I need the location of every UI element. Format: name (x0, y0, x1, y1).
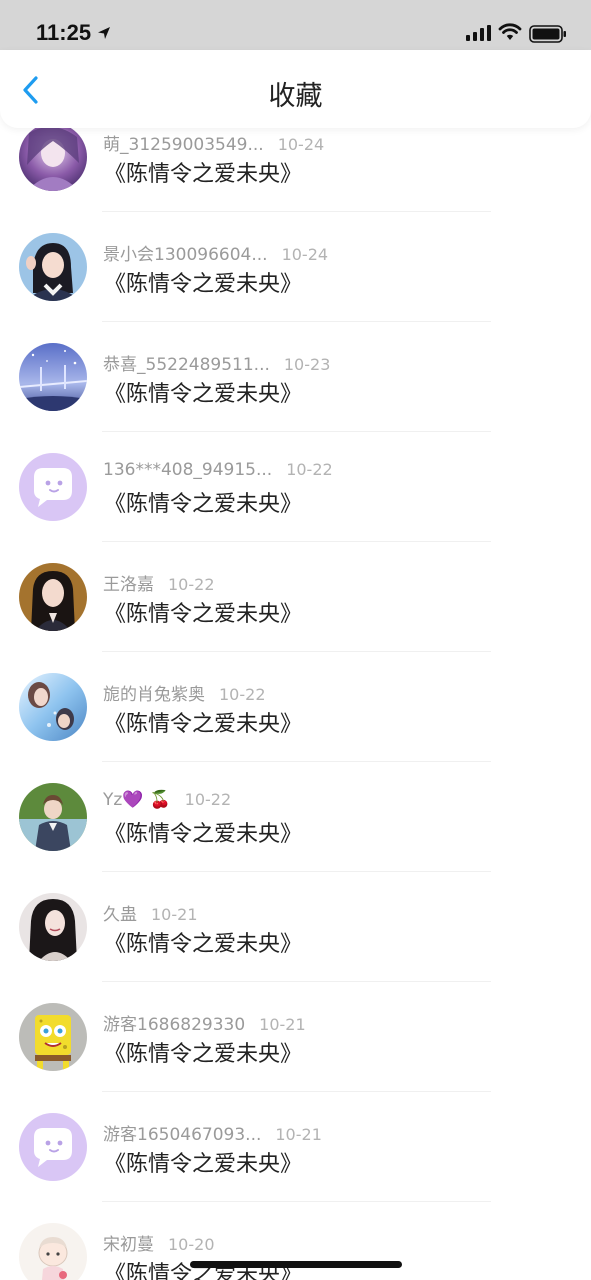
user-name: 136***408_94915... (103, 460, 273, 480)
battery-icon (529, 25, 566, 43)
user-name: 旎的肖兔紫奥 (103, 685, 205, 705)
user-name-line: 136***408_94915... 10-22 (103, 460, 333, 484)
page-title: 收藏 (268, 81, 323, 112)
wifi-icon (498, 23, 522, 40)
favorites-screen: 11:25 收藏 萌_31259003549... 10-24 《陈情令之爱未央… (0, 0, 591, 1280)
user-name: 游客1650467093... (103, 1125, 262, 1145)
user-name: 王洛嘉 (103, 575, 154, 595)
default-chat-avatar-icon (19, 453, 87, 521)
favorite-date: 10-23 (283, 355, 331, 374)
favorite-date: 10-22 (184, 790, 232, 809)
user-name-line: 游客1650467093... 10-21 (103, 1120, 322, 1145)
user-name: Yz (103, 790, 123, 810)
book-title[interactable]: 《陈情令之爱未央》 (104, 376, 302, 408)
user-name: 久蛊 (103, 905, 137, 925)
favorite-date: 10-24 (277, 135, 325, 154)
user-name: 萌_31259003549... (103, 135, 264, 155)
list-item[interactable]: 王洛嘉 10-22 《陈情令之爱未央》 (0, 542, 591, 652)
list-item[interactable]: 136***408_94915... 10-22 《陈情令之爱未央》 (0, 432, 591, 542)
list-item[interactable]: 游客1650467093... 10-21 《陈情令之爱未央》 (0, 1092, 591, 1202)
book-title[interactable]: 《陈情令之爱未央》 (104, 816, 302, 848)
user-name-line: 游客1686829330 10-21 (103, 1010, 306, 1035)
avatar[interactable] (19, 893, 87, 961)
book-title[interactable]: 《陈情令之爱未央》 (104, 706, 302, 738)
favorite-date: 10-24 (281, 245, 329, 264)
navigation-bar: 收藏 (0, 50, 591, 128)
user-name: 恭喜_5522489511... (103, 355, 270, 375)
avatar[interactable] (19, 343, 87, 411)
user-name-line: 王洛嘉 10-22 (103, 570, 215, 595)
list-item[interactable]: 游客1686829330 10-21 《陈情令之爱未央》 (0, 982, 591, 1092)
home-indicator[interactable] (190, 1261, 402, 1268)
book-title[interactable]: 《陈情令之爱未央》 (104, 486, 302, 518)
user-name-line: 旎的肖兔紫奥 10-22 (103, 680, 266, 705)
book-title[interactable]: 《陈情令之爱未央》 (104, 926, 302, 958)
cherry-icon: 🍒 (149, 790, 171, 810)
favorite-date: 10-21 (151, 905, 198, 924)
cellular-signal-icon (466, 25, 491, 41)
user-name-line: 宋初蔓 10-20 (103, 1230, 215, 1255)
list-item[interactable]: 恭喜_5522489511... 10-23 《陈情令之爱未央》 (0, 322, 591, 432)
purple-heart-icon: 💜 (122, 790, 144, 810)
user-name-line: Yz💜 🍒 10-22 (103, 790, 231, 814)
user-name-line: 久蛊 10-21 (103, 900, 198, 925)
book-title[interactable]: 《陈情令之爱未央》 (104, 156, 302, 188)
status-time: 11:25 (36, 20, 92, 45)
user-name-line: 恭喜_5522489511... 10-23 (103, 350, 331, 375)
avatar[interactable] (19, 233, 87, 301)
favorite-date: 10-22 (168, 575, 215, 594)
book-title[interactable]: 《陈情令之爱未央》 (104, 1146, 302, 1178)
location-arrow-icon (98, 27, 110, 39)
user-name: 景小会130096604... (103, 245, 268, 265)
book-title[interactable]: 《陈情令之爱未央》 (104, 1256, 302, 1280)
avatar[interactable] (19, 1003, 87, 1071)
default-avatar[interactable] (19, 453, 87, 521)
list-item[interactable]: 宋初蔓 10-20 《陈情令之爱未央》 (0, 1202, 591, 1280)
favorites-list: 萌_31259003549... 10-24 《陈情令之爱未央》 景小会13009… (0, 102, 591, 1280)
book-title[interactable]: 《陈情令之爱未央》 (104, 1036, 302, 1068)
user-name-line: 萌_31259003549... 10-24 (103, 130, 325, 155)
list-item[interactable]: 景小会130096604... 10-24 《陈情令之爱未央》 (0, 212, 591, 322)
user-name: 宋初蔓 (103, 1235, 154, 1255)
avatar[interactable] (19, 673, 87, 741)
favorite-date: 10-22 (219, 685, 266, 704)
list-item[interactable]: Yz💜 🍒 10-22 《陈情令之爱未央》 (0, 762, 591, 872)
default-avatar[interactable] (19, 1113, 87, 1181)
user-name: 游客1686829330 (103, 1015, 246, 1035)
avatar[interactable] (19, 783, 87, 851)
list-item[interactable]: 旎的肖兔紫奥 10-22 《陈情令之爱未央》 (0, 652, 591, 762)
default-chat-avatar-icon (19, 1113, 87, 1181)
favorite-date: 10-21 (275, 1125, 322, 1144)
avatar[interactable] (19, 1223, 87, 1280)
favorite-date: 10-20 (168, 1235, 215, 1254)
book-title[interactable]: 《陈情令之爱未央》 (104, 596, 302, 628)
avatar[interactable] (19, 563, 87, 631)
status-bar: 11:25 (0, 0, 591, 52)
favorite-date: 10-21 (259, 1015, 306, 1034)
favorite-date: 10-22 (286, 460, 333, 479)
avatar[interactable] (19, 123, 87, 191)
user-name-line: 景小会130096604... 10-24 (103, 240, 329, 265)
list-item[interactable]: 久蛊 10-21 《陈情令之爱未央》 (0, 872, 591, 982)
book-title[interactable]: 《陈情令之爱未央》 (104, 266, 302, 298)
